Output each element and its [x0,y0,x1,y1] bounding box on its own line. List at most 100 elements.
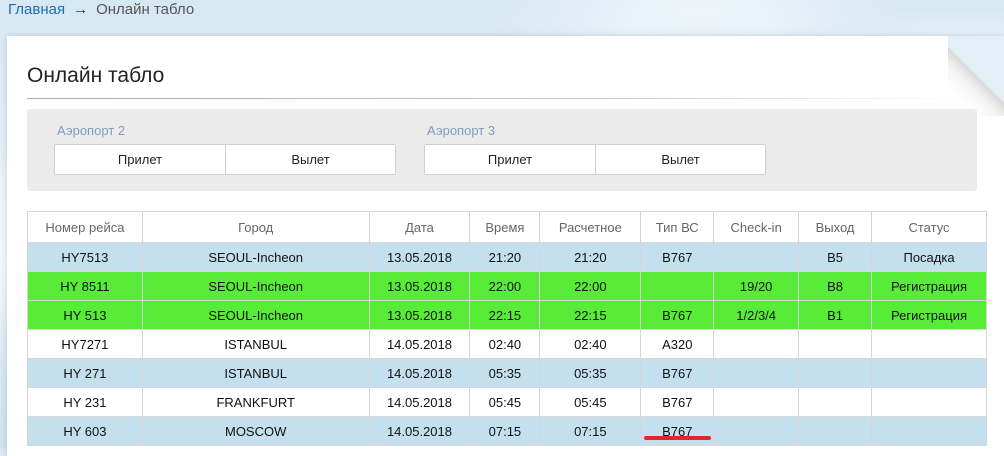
cell-flight-number: HY 513 [27,300,143,330]
breadcrumb-home-link[interactable]: Главная [8,1,65,18]
cell-check-in: 19/20 [713,271,800,301]
cell-check-in [713,358,800,388]
cell-status [871,358,987,388]
breadcrumb-current: Онлайн табло [96,1,195,18]
cell-date: 13.05.2018 [368,300,471,330]
cell-status: Регистрация [871,300,987,330]
cell-date: 13.05.2018 [368,271,471,301]
cell-flight-number: HY 231 [27,387,143,417]
cell-estimated: 07:15 [539,416,642,446]
airport-3-switch: Прилет Вылет [424,144,766,175]
cell-city: ISTANBUL [141,358,370,388]
cell-gate: B5 [798,242,873,272]
cell-city: SEOUL-Incheon [141,271,370,301]
cell-flight-number: HY 271 [27,358,143,388]
table-row[interactable]: HY7271 ISTANBUL 14.05.2018 02:40 02:40 A320 [27,329,987,359]
cell-date: 14.05.2018 [368,416,471,446]
cell-aircraft-type: A320 [640,329,715,359]
cell-status [871,387,987,417]
cell-estimated: 22:15 [539,300,642,330]
cell-city: SEOUL-Incheon [141,300,370,330]
header-date[interactable]: Дата [368,211,471,243]
table-row[interactable]: HY 513 SEOUL-Incheon 13.05.2018 22:15 22:15 B… [27,300,987,330]
cell-flight-number: HY7513 [27,242,143,272]
header-status[interactable]: Статус [871,211,987,243]
airport-label: Аэропорт 2 [57,123,126,138]
breadcrumb: Главная → Онлайн табло [8,1,194,18]
cell-date: 14.05.2018 [368,387,471,417]
annotation-underline [644,436,711,440]
table-row[interactable]: HY 231 FRANKFURT 14.05.2018 05:45 05:45 B767 [27,387,987,417]
table-header-row: Номер рейса Город Дата Время Расчетное Т… [27,211,987,243]
header-check-in[interactable]: Check-in [713,211,800,243]
cell-time: 05:35 [469,358,541,388]
cell-flight-number: HY 8511 [27,271,143,301]
table-row[interactable]: HY 603 MOSCOW 14.05.2018 07:15 07:15 B767 [27,416,987,446]
cell-time: 21:20 [469,242,541,272]
cell-status [871,416,987,446]
airport-2-arrival-button[interactable]: Прилет [55,145,225,174]
page-curl-decoration [948,36,1004,116]
cell-gate [798,387,873,417]
table-row[interactable]: HY 271 ISTANBUL 14.05.2018 05:35 05:35 B767 [27,358,987,388]
cell-flight-number: HY7271 [27,329,143,359]
cell-check-in [713,329,800,359]
cell-time: 02:40 [469,329,541,359]
cell-aircraft-type: B767 [640,387,715,417]
header-city[interactable]: Город [141,211,370,243]
cell-gate: B1 [798,300,873,330]
cell-aircraft-type: B767 [640,242,715,272]
cell-date: 14.05.2018 [368,329,471,359]
cell-city: ISTANBUL [141,329,370,359]
cell-date: 14.05.2018 [368,358,471,388]
cell-check-in [713,416,800,446]
cell-gate [798,358,873,388]
cell-estimated: 05:45 [539,387,642,417]
airport-label: Аэропорт 3 [427,123,496,138]
cell-aircraft-type: B767 [640,300,715,330]
cell-estimated: 05:35 [539,358,642,388]
cell-aircraft-type [640,271,715,301]
cell-estimated: 02:40 [539,329,642,359]
cell-gate: B8 [798,271,873,301]
header-estimated[interactable]: Расчетное [539,211,642,243]
airport-3-arrival-button[interactable]: Прилет [425,145,595,174]
cell-status [871,329,987,359]
header-flight-number[interactable]: Номер рейса [27,211,143,243]
cell-status: Регистрация [871,271,987,301]
cell-check-in [713,387,800,417]
cell-time: 22:15 [469,300,541,330]
cell-estimated: 22:00 [539,271,642,301]
cell-aircraft-type: B767 [640,358,715,388]
airport-group-2: Аэропорт 2 Прилет Вылет [54,123,396,175]
cell-city: FRANKFURT [141,387,370,417]
airport-2-departure-button[interactable]: Вылет [225,145,395,174]
flight-board-table: Номер рейса Город Дата Время Расчетное Т… [27,211,987,446]
title-divider [27,98,962,99]
cell-flight-number: HY 603 [27,416,143,446]
cell-aircraft-type: B767 [640,416,715,446]
cell-check-in [713,242,800,272]
cell-estimated: 21:20 [539,242,642,272]
cell-status: Посадка [871,242,987,272]
cell-gate [798,329,873,359]
airport-filter-box: Аэропорт 2 Прилет Вылет Аэропорт 3 Приле… [27,109,977,191]
header-gate[interactable]: Выход [798,211,873,243]
cell-check-in: 1/2/3/4 [713,300,800,330]
header-aircraft-type[interactable]: Тип ВС [640,211,715,243]
cell-time: 05:45 [469,387,541,417]
cell-time: 07:15 [469,416,541,446]
table-row[interactable]: HY 8511 SEOUL-Incheon 13.05.2018 22:00 22:00… [27,271,987,301]
cell-city: MOSCOW [141,416,370,446]
cell-gate [798,416,873,446]
airport-2-switch: Прилет Вылет [54,144,396,175]
breadcrumb-arrow-icon: → [73,1,89,18]
airport-3-departure-button[interactable]: Вылет [595,145,765,174]
cell-date: 13.05.2018 [368,242,471,272]
table-row[interactable]: HY7513 SEOUL-Incheon 13.05.2018 21:20 21:20 B… [27,242,987,272]
flight-board-body: HY7513 SEOUL-Incheon 13.05.2018 21:20 21:20 B… [27,242,987,446]
page-title: Онлайн табло [27,64,165,87]
header-time[interactable]: Время [469,211,541,243]
cell-time: 22:00 [469,271,541,301]
airport-group-3: Аэропорт 3 Прилет Вылет [424,123,766,175]
